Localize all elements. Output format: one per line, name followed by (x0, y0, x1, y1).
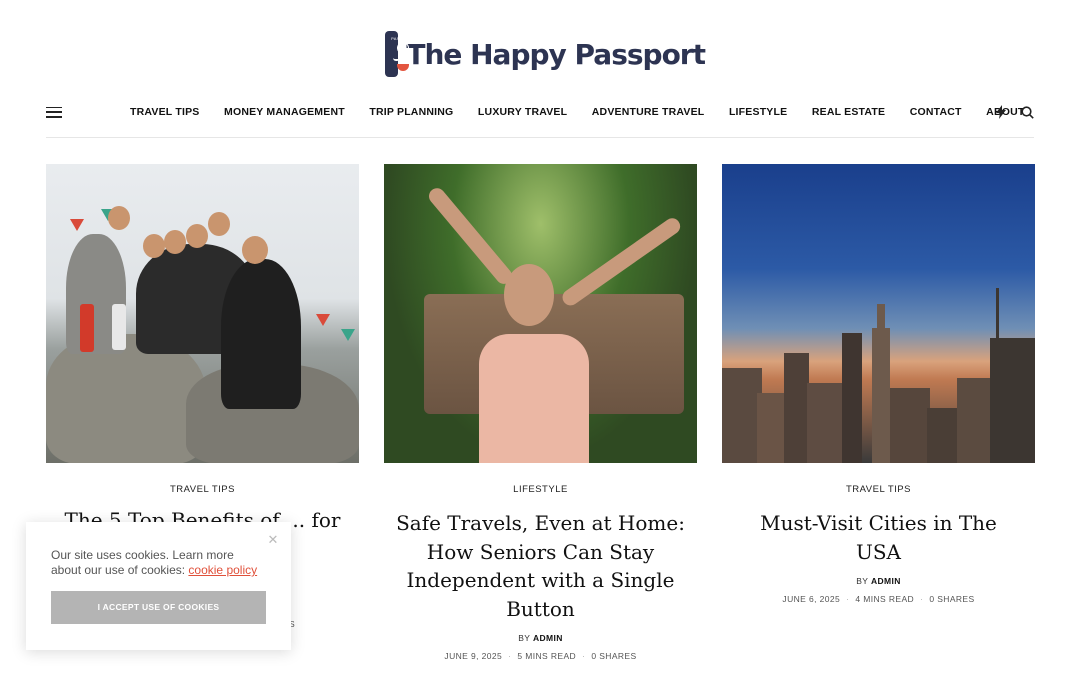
nav-item-adventure-travel[interactable]: ADVENTURE TRAVEL (592, 106, 705, 118)
passport-logo-icon: PASSPORT (385, 31, 415, 77)
post-author[interactable]: ADMIN (533, 633, 563, 643)
byline-label: BY (518, 633, 531, 643)
post-category[interactable]: LIFESTYLE (384, 484, 697, 495)
city-skyline-photo[interactable] (722, 164, 1035, 463)
post-meta: JUNE 9, 2025 · 5 MINS READ · 0 SHARES (444, 651, 637, 661)
post-read-time: 4 MINS READ (855, 594, 915, 604)
accept-cookies-button[interactable]: I ACCEPT USE OF COOKIES (51, 591, 266, 624)
search-icon[interactable] (1021, 105, 1034, 119)
site-logo[interactable]: PASSPORT The Happy Passport (385, 30, 706, 78)
lightning-icon[interactable] (995, 105, 1007, 119)
group-hikers-photo[interactable] (46, 164, 359, 463)
byline-label: BY (856, 576, 869, 586)
post-title[interactable]: Safe Travels, Even at Home: How Seniors … (384, 509, 697, 623)
cookie-policy-link[interactable]: cookie policy (188, 563, 257, 577)
nav-divider (46, 137, 1034, 138)
nav-item-trip-planning[interactable]: TRIP PLANNING (369, 106, 453, 118)
post-category[interactable]: TRAVEL TIPS (722, 484, 1035, 495)
nav-item-travel-tips[interactable]: TRAVEL TIPS (130, 106, 200, 118)
post-title[interactable]: Must-Visit Cities in The USA (722, 509, 1035, 566)
post-meta: JUNE 6, 2025 · 4 MINS READ · 0 SHARES (782, 594, 975, 604)
nav-item-lifestyle[interactable]: LIFESTYLE (729, 106, 787, 118)
close-icon[interactable]: ✕ (267, 533, 279, 546)
site-title: The Happy Passport (406, 37, 706, 71)
post-byline: BY ADMIN (384, 633, 697, 643)
nav-item-money-management[interactable]: MONEY MANAGEMENT (224, 106, 345, 118)
menu-icon[interactable] (46, 106, 62, 118)
nav-item-contact[interactable]: CONTACT (910, 106, 962, 118)
nav-icons (995, 100, 1034, 124)
senior-woman-photo[interactable] (384, 164, 697, 463)
post-card: LIFESTYLE Safe Travels, Even at Home: Ho… (384, 164, 697, 661)
post-category[interactable]: TRAVEL TIPS (46, 484, 359, 495)
nav-links: TRAVEL TIPS MONEY MANAGEMENT TRIP PLANNI… (130, 100, 1049, 124)
post-byline: BY ADMIN (722, 576, 1035, 586)
nav-item-real-estate[interactable]: REAL ESTATE (812, 106, 885, 118)
post-card: TRAVEL TIPS (46, 164, 359, 495)
post-date: JUNE 6, 2025 (782, 594, 841, 604)
nav-item-luxury-travel[interactable]: LUXURY TRAVEL (478, 106, 567, 118)
post-author[interactable]: ADMIN (871, 576, 901, 586)
post-shares: 0 SHARES (929, 594, 975, 604)
cookie-banner: ✕ Our site uses cookies. Learn more abou… (26, 522, 291, 650)
logo-badge-text: PASSPORT (391, 36, 415, 41)
post-card: TRAVEL TIPS Must-Visit Cities in The USA… (722, 164, 1035, 604)
cookie-message: Our site uses cookies. Learn more about … (51, 548, 266, 578)
post-read-time: 5 MINS READ (517, 651, 577, 661)
main-nav: TRAVEL TIPS MONEY MANAGEMENT TRIP PLANNI… (46, 100, 1034, 124)
post-date: JUNE 9, 2025 (444, 651, 503, 661)
post-shares: 0 SHARES (591, 651, 637, 661)
